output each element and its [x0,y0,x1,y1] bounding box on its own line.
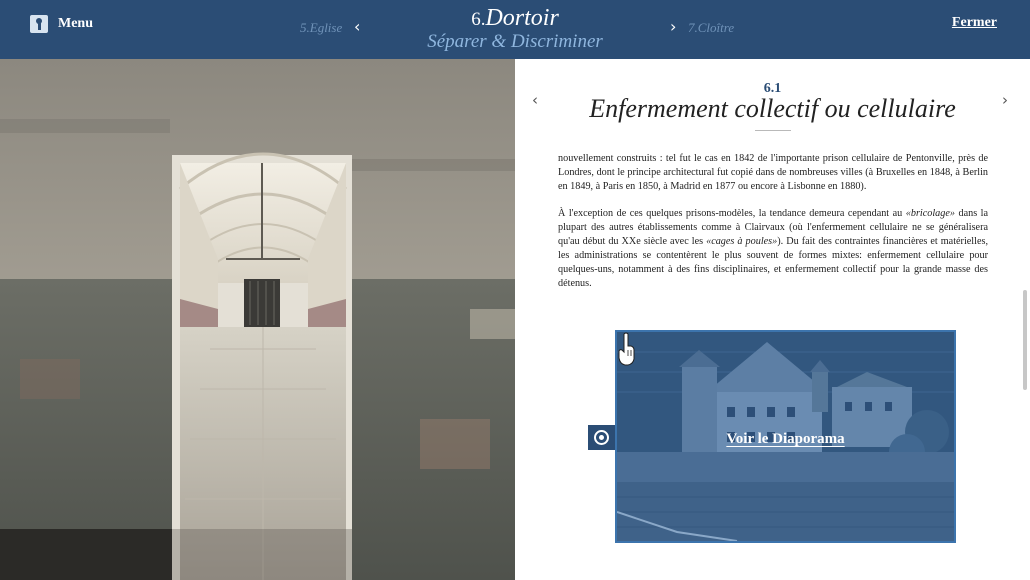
menu-button[interactable]: Menu [30,14,93,34]
top-bar: Menu 5.Eglise ‹ 6.Dortoir Séparer & Disc… [0,0,1030,59]
close-link[interactable]: Fermer [952,15,997,31]
menu-label: Menu [58,16,93,31]
prev-chapter-link[interactable]: 5.Eglise [300,20,342,36]
pointing-hand-icon [618,332,635,366]
quote-cages-a-poules: «cages à poules» [706,236,778,247]
corridor-photo [0,59,515,580]
chapter-name: Dortoir [485,5,559,31]
chapter-subtitle: Séparer & Discriminer [427,31,603,52]
body-paragraph-1: nouvellement construits : tel fut le cas… [558,153,988,192]
body-paragraph-2: À l'exception de ces quelques prisons-mo… [558,207,988,291]
chevron-right-icon[interactable]: › [670,17,676,36]
paragraph-2-part-a: À l'exception de ces quelques prisons-mo… [558,208,906,219]
camera-button[interactable] [588,425,615,450]
chapter-title: 6.Dortoir [360,5,670,33]
next-chapter-link[interactable]: 7.Cloître [688,20,734,36]
title-divider [755,130,791,131]
scrollbar-thumb[interactable] [1023,290,1027,390]
quote-bricolage: «bricolage» [905,208,955,219]
slideshow-button[interactable]: Voir le Diaporama [615,330,956,543]
section-title: Enfermement collectif ou cellulaire [589,94,956,123]
keyhole-icon [30,15,48,33]
next-section-chevron-icon[interactable]: › [1002,91,1008,109]
slideshow-label: Voir le Diaporama [726,431,845,447]
chapter-number: 6. [471,9,486,30]
